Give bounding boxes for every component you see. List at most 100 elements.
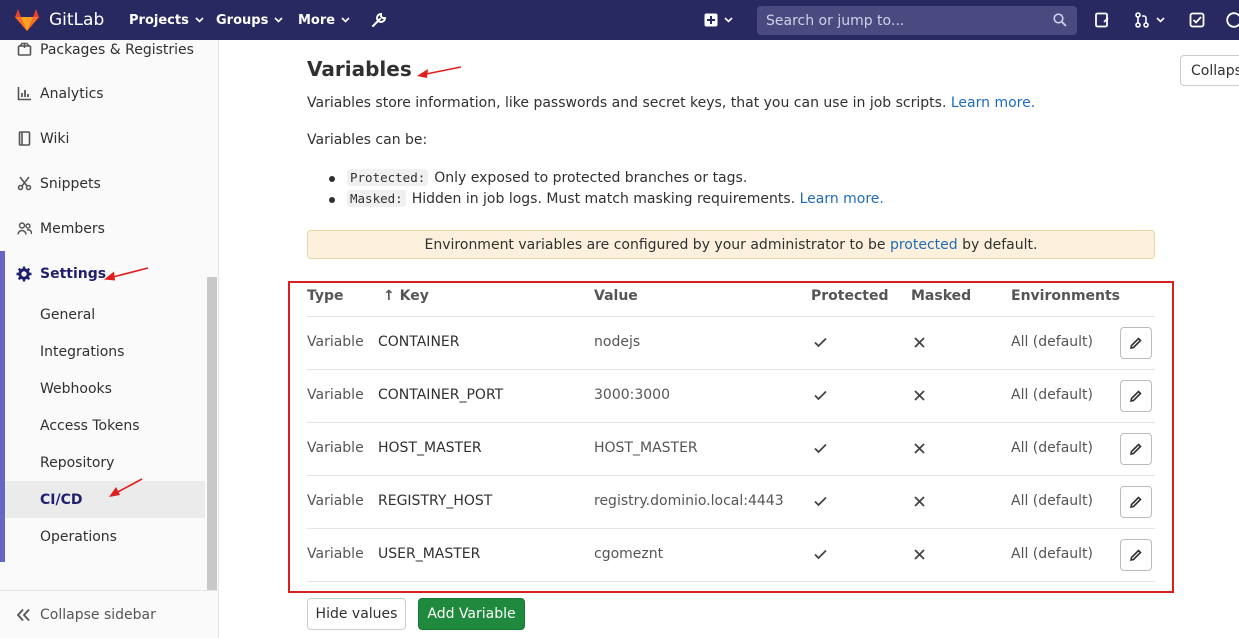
- cell-key: REGISTRY_HOST: [378, 493, 493, 509]
- sidebar-item-label: Packages & Registries: [40, 41, 194, 58]
- collapse-section-button[interactable]: Collaps: [1180, 55, 1239, 86]
- pencil-icon: [1129, 496, 1142, 509]
- cell-value: nodejs: [594, 334, 641, 350]
- check-icon: [814, 337, 827, 348]
- alert-protected-link[interactable]: protected: [890, 237, 958, 253]
- edit-variable-button[interactable]: [1120, 539, 1152, 571]
- new-item-dropdown[interactable]: [704, 0, 733, 40]
- pencil-icon: [1129, 443, 1142, 456]
- pencil-icon: [1129, 390, 1142, 403]
- check-icon: [814, 390, 827, 401]
- nav-projects-label: Projects: [129, 12, 189, 28]
- sidebar-subitem-general[interactable]: General: [5, 296, 205, 333]
- cell-type: Variable: [307, 493, 364, 509]
- cell-value: HOST_MASTER: [594, 440, 698, 456]
- sidebar-item-wiki[interactable]: Wiki: [0, 116, 205, 161]
- sidebar-subitem-webhooks[interactable]: Webhooks: [5, 370, 205, 407]
- sidebar-item-label: Snippets: [40, 175, 101, 192]
- cell-key: HOST_MASTER: [378, 440, 482, 456]
- masking-learn-more-link[interactable]: Learn more.: [800, 191, 884, 207]
- cell-environments: All (default): [1011, 334, 1093, 350]
- merge-requests-button[interactable]: [1134, 0, 1165, 40]
- issues-button[interactable]: [1094, 0, 1110, 40]
- close-icon: [914, 443, 925, 454]
- sidebar-item-packages[interactable]: Packages & Registries: [0, 27, 205, 72]
- list-item-masked: Masked: Hidden in job logs. Must match m…: [329, 190, 884, 207]
- edit-variable-button[interactable]: [1120, 486, 1152, 518]
- cell-type: Variable: [307, 334, 364, 350]
- wrench-icon: [372, 12, 387, 27]
- todo-check-icon: [1189, 12, 1205, 28]
- sidebar-scrollbar[interactable]: [207, 277, 217, 590]
- sidebar-subitem-repository[interactable]: Repository: [5, 444, 205, 481]
- variables-can-be-text: Variables can be:: [307, 132, 428, 148]
- close-icon: [914, 390, 925, 401]
- close-icon: [914, 337, 925, 348]
- nav-groups[interactable]: Groups: [216, 0, 283, 40]
- annotation-arrow-icon: [104, 267, 149, 281]
- learn-more-link[interactable]: Learn more.: [951, 95, 1035, 111]
- code-protected: Protected:: [347, 169, 429, 186]
- column-header-type: Type: [307, 288, 344, 304]
- sidebar-item-label: Wiki: [40, 130, 70, 147]
- row-divider: [307, 581, 1155, 582]
- sidebar-item-analytics[interactable]: Analytics: [0, 71, 205, 116]
- check-icon: [814, 496, 827, 507]
- double-chevron-left-icon: [16, 608, 30, 621]
- hide-values-button[interactable]: Hide values: [307, 598, 406, 630]
- admin-wrench-button[interactable]: [370, 0, 388, 40]
- edit-variable-button[interactable]: [1120, 433, 1152, 465]
- alert-text-suffix: by default.: [962, 236, 1038, 253]
- nav-more[interactable]: More: [298, 0, 350, 40]
- row-divider: [307, 316, 1155, 317]
- edit-variable-button[interactable]: [1120, 327, 1152, 359]
- search-icon: [1053, 13, 1067, 27]
- search-input[interactable]: Search or jump to...: [757, 6, 1077, 35]
- check-icon: [814, 549, 827, 560]
- sidebar-item-snippets[interactable]: Snippets: [0, 161, 205, 206]
- search-placeholder: Search or jump to...: [766, 12, 905, 29]
- cell-key: CONTAINER: [378, 334, 460, 350]
- collapse-sidebar-button[interactable]: Collapse sidebar: [0, 590, 218, 638]
- users-icon: [16, 221, 32, 237]
- add-variable-button[interactable]: Add Variable: [418, 598, 525, 630]
- cell-key: CONTAINER_PORT: [378, 387, 504, 403]
- close-icon: [914, 549, 925, 560]
- bullet-dot: [329, 176, 335, 182]
- nav-more-label: More: [298, 12, 336, 28]
- chevron-down-icon: [341, 17, 350, 23]
- column-header-environments: Environments: [1011, 288, 1121, 304]
- collapse-sidebar-label: Collapse sidebar: [40, 606, 156, 623]
- sidebar: Packages & Registries Analytics Wiki Sni…: [0, 40, 219, 638]
- cell-environments: All (default): [1011, 440, 1093, 456]
- sidebar-item-label: Analytics: [40, 85, 104, 102]
- pencil-icon: [1129, 549, 1142, 562]
- sidebar-subitem-access-tokens[interactable]: Access Tokens: [5, 407, 205, 444]
- row-divider: [307, 475, 1155, 476]
- cell-environments: All (default): [1011, 387, 1093, 403]
- book-icon: [16, 131, 32, 147]
- cell-environments: All (default): [1011, 493, 1093, 509]
- variables-description: Variables store information, like passwo…: [307, 95, 1035, 111]
- bullet-dot: [329, 197, 335, 203]
- bullet-text: Only exposed to protected branches or ta…: [434, 169, 748, 186]
- merge-request-icon: [1135, 12, 1149, 28]
- sidebar-subitem-operations[interactable]: Operations: [5, 518, 205, 555]
- help-button[interactable]: [1226, 0, 1239, 40]
- plus-square-icon: [704, 13, 718, 27]
- issues-icon: [1095, 12, 1109, 28]
- column-header-key[interactable]: ↑ Key: [383, 288, 429, 304]
- column-header-masked: Masked: [911, 288, 972, 304]
- sidebar-subitem-cicd[interactable]: CI/CD: [5, 481, 205, 518]
- row-divider: [307, 369, 1155, 370]
- cell-key: USER_MASTER: [378, 546, 481, 562]
- todos-button[interactable]: [1189, 0, 1205, 40]
- sidebar-subitem-integrations[interactable]: Integrations: [5, 333, 205, 370]
- edit-variable-button[interactable]: [1120, 380, 1152, 412]
- help-icon: [1226, 12, 1239, 28]
- cell-value: 3000:3000: [594, 387, 670, 403]
- pencil-icon: [1129, 337, 1142, 350]
- sidebar-item-members[interactable]: Members: [0, 206, 205, 251]
- list-item-protected: Protected: Only exposed to protected bra…: [329, 169, 748, 186]
- code-masked: Masked:: [347, 190, 406, 207]
